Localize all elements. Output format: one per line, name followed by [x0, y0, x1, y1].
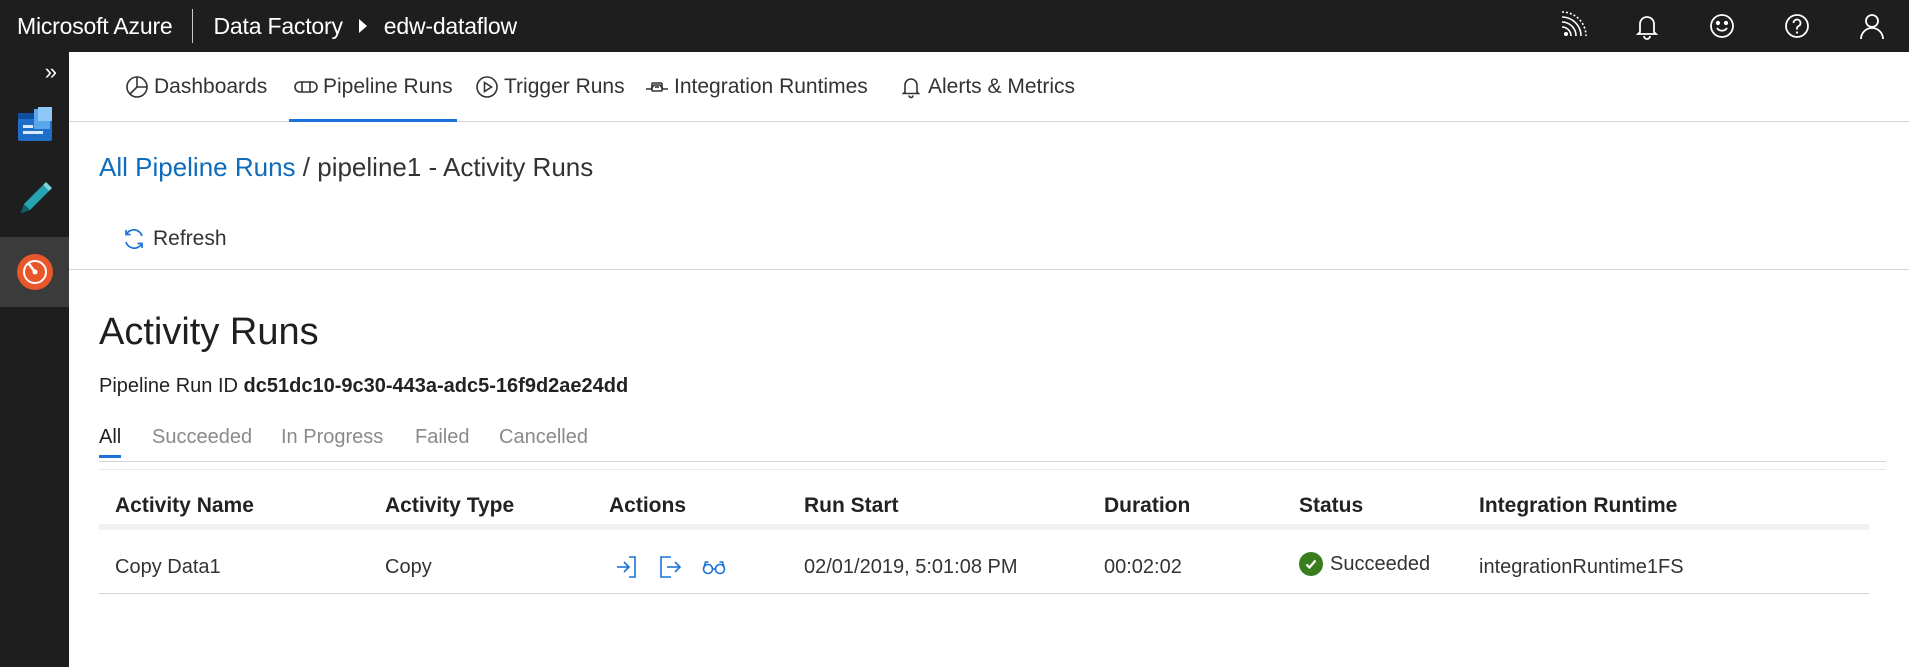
- table-header: Activity Name Activity Type Actions Run …: [99, 494, 1869, 530]
- rail-author-button[interactable]: [0, 164, 69, 234]
- toolbar-divider: [69, 269, 1909, 270]
- monitor-gauge-icon: [16, 254, 53, 290]
- run-id-value: dc51dc10-9c30-443a-adc5-16f9d2ae24dd: [243, 375, 629, 397]
- tab-pipeline-runs-label: Pipeline Runs: [323, 75, 453, 98]
- cell-duration: 00:02:02: [1104, 556, 1182, 578]
- col-activity-name[interactable]: Activity Name: [115, 494, 254, 518]
- integration-runtime-icon: [646, 82, 668, 92]
- table-row[interactable]: Copy Data1 Copy 02/01/2019, 5:01:08 PM 0…: [99, 544, 1869, 594]
- expand-rail-button[interactable]: »: [0, 52, 69, 92]
- play-circle-icon: [476, 76, 498, 98]
- tab-dashboards-label: Dashboards: [154, 75, 268, 98]
- monitor-tabs: Dashboards Pipeline Runs Trigger Runs In…: [69, 52, 1909, 122]
- pipeline-run-id: Pipeline Run ID dc51dc10-9c30-443a-adc5-…: [99, 375, 628, 398]
- filter-succeeded[interactable]: Succeeded: [152, 420, 252, 462]
- input-icon[interactable]: [611, 552, 641, 582]
- col-run-start[interactable]: Run Start: [804, 494, 899, 518]
- rail-monitor-button[interactable]: [0, 237, 69, 307]
- bell-icon: [901, 78, 921, 99]
- tab-integration-runtimes-label: Integration Runtimes: [674, 75, 868, 98]
- factory-breadcrumb[interactable]: edw-dataflow: [384, 13, 517, 40]
- overview-icon: [17, 107, 52, 141]
- run-id-label: Pipeline Run ID: [99, 375, 238, 397]
- output-icon[interactable]: [655, 552, 685, 582]
- cell-activity-name: Copy Data1: [115, 556, 221, 578]
- filter-divider-secondary: [99, 469, 1886, 470]
- cell-status: Succeeded: [1299, 552, 1430, 576]
- details-glasses-icon[interactable]: [699, 552, 729, 582]
- breadcrumb: All Pipeline Runs / pipeline1 - Activity…: [99, 152, 593, 183]
- breadcrumb-caret-icon: [358, 19, 367, 33]
- refresh-button[interactable]: Refresh: [121, 222, 227, 256]
- smiley-icon[interactable]: [1684, 0, 1759, 52]
- user-icon[interactable]: [1834, 0, 1909, 52]
- left-rail: »: [0, 52, 69, 667]
- tab-pipeline-runs[interactable]: Pipeline Runs: [289, 52, 457, 122]
- filter-cancelled[interactable]: Cancelled: [499, 420, 588, 462]
- breadcrumb-current: / pipeline1 - Activity Runs: [295, 152, 594, 182]
- refresh-icon: [125, 228, 143, 250]
- top-bar: Microsoft Azure Data Factory edw-dataflo…: [0, 0, 1909, 52]
- help-icon[interactable]: [1759, 0, 1834, 52]
- success-check-icon: [1299, 552, 1323, 576]
- brand-title[interactable]: Microsoft Azure: [0, 13, 192, 40]
- refresh-label: Refresh: [153, 227, 227, 250]
- col-actions: Actions: [609, 494, 687, 517]
- chevron-double-right-icon: »: [44, 59, 57, 84]
- filter-failed[interactable]: Failed: [415, 420, 469, 462]
- status-label: Succeeded: [1330, 552, 1431, 575]
- rail-overview-button[interactable]: [0, 90, 69, 160]
- col-status[interactable]: Status: [1299, 494, 1363, 518]
- page-title: Activity Runs: [99, 311, 319, 353]
- tab-alerts-metrics[interactable]: Alerts & Metrics: [898, 52, 1075, 122]
- tab-trigger-runs-label: Trigger Runs: [504, 75, 625, 98]
- tab-alerts-metrics-label: Alerts & Metrics: [928, 75, 1076, 98]
- tab-integration-runtimes[interactable]: Integration Runtimes: [644, 52, 868, 122]
- filter-all[interactable]: All: [99, 420, 122, 462]
- bell-icon[interactable]: [1609, 0, 1684, 52]
- col-integration-runtime[interactable]: Integration Runtime: [1479, 494, 1677, 518]
- col-duration[interactable]: Duration: [1104, 494, 1190, 518]
- service-breadcrumb[interactable]: Data Factory: [193, 13, 343, 40]
- filter-in-progress[interactable]: In Progress: [281, 420, 383, 462]
- broadcast-icon[interactable]: [1534, 0, 1609, 52]
- cell-integration-runtime: integrationRuntime1FS: [1479, 556, 1684, 578]
- main-content: Dashboards Pipeline Runs Trigger Runs In…: [69, 52, 1909, 667]
- author-pencil-icon: [20, 182, 52, 213]
- cell-activity-type: Copy: [385, 556, 432, 578]
- all-pipeline-runs-link[interactable]: All Pipeline Runs: [99, 152, 296, 182]
- dashboard-icon: [126, 76, 148, 98]
- tab-dashboards[interactable]: Dashboards: [124, 52, 267, 122]
- tab-trigger-runs[interactable]: Trigger Runs: [474, 52, 625, 122]
- filter-divider: [99, 461, 1886, 462]
- col-activity-type[interactable]: Activity Type: [385, 494, 514, 518]
- cell-actions: [611, 552, 743, 582]
- topbar-icons: [1534, 0, 1909, 52]
- pipeline-icon: [294, 81, 318, 93]
- cell-run-start: 02/01/2019, 5:01:08 PM: [804, 556, 1018, 578]
